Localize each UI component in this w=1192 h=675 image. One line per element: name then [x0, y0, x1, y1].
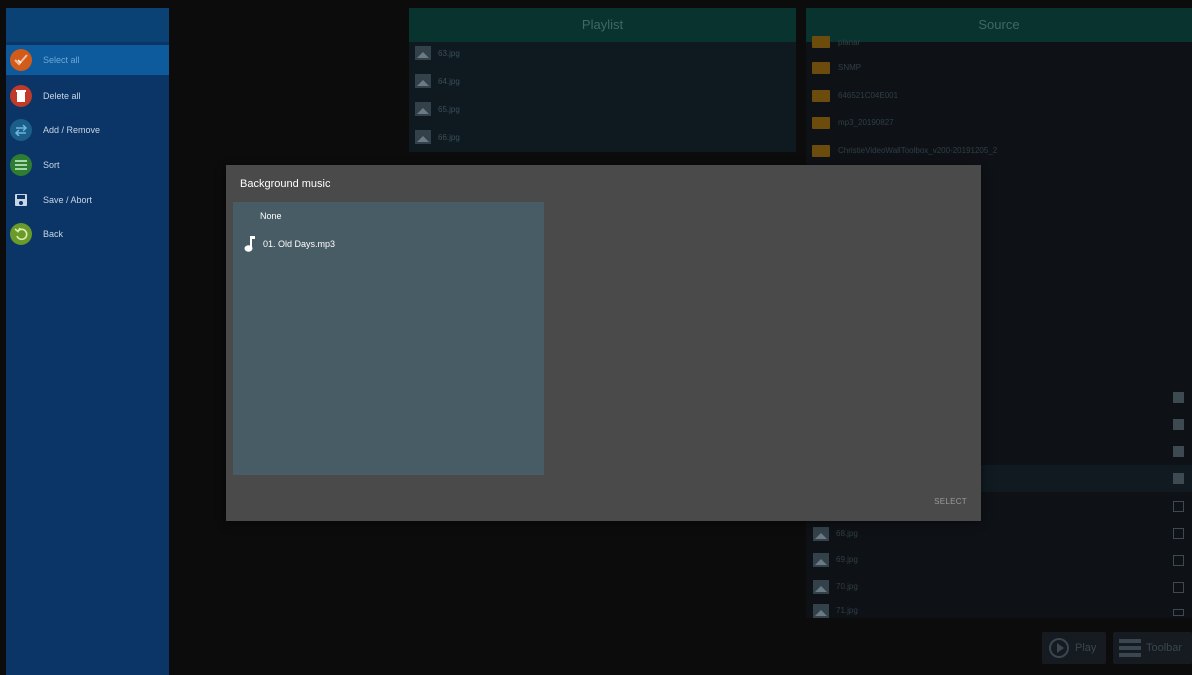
play-icon	[1049, 638, 1069, 658]
sidebar-item-label: Delete all	[43, 91, 81, 101]
image-icon	[415, 130, 431, 144]
folder-name: planar	[838, 37, 861, 47]
file-item[interactable]: 70.jpg	[806, 573, 1192, 600]
save-icon	[10, 189, 32, 211]
list-item[interactable]: 63.jpg	[415, 43, 460, 63]
folder-item[interactable]: SNMP	[806, 54, 1192, 81]
sidebar: Select all Delete all Add / Remove Sort …	[6, 8, 169, 675]
checkbox[interactable]	[1173, 528, 1184, 539]
option-label: 01. Old Days.mp3	[263, 239, 336, 249]
toolbar-label: Toolbar	[1146, 642, 1183, 654]
folder-name: SNMP	[838, 63, 862, 72]
music-list: None 01. Old Days.mp3	[233, 202, 544, 475]
sidebar-item-add-remove[interactable]: Add / Remove	[6, 115, 169, 145]
file-item[interactable]: 71.jpg	[806, 603, 1192, 618]
folder-name: mp3_20190827	[838, 118, 894, 127]
list-icon	[10, 154, 32, 176]
sidebar-item-label: Save / Abort	[43, 195, 93, 205]
music-option[interactable]: 01. Old Days.mp3	[233, 232, 544, 256]
undo-icon	[10, 223, 32, 245]
checkbox[interactable]	[1173, 582, 1184, 593]
folder-name: 646521C04E001	[838, 91, 899, 100]
image-icon	[813, 526, 829, 541]
list-item[interactable]: 64.jpg	[415, 71, 460, 91]
file-name: 64.jpg	[438, 76, 460, 86]
folder-icon	[812, 144, 830, 157]
bottom-bar: Play Toolbar	[806, 622, 1192, 675]
file-name: 63.jpg	[438, 48, 460, 58]
sidebar-item-sort[interactable]: Sort	[6, 150, 169, 180]
file-name: 66.jpg	[438, 132, 460, 142]
image-icon	[415, 46, 431, 60]
play-label: Play	[1075, 642, 1097, 654]
folder-item[interactable]: ChristieVideoWallToolbox_v200-20191205_2	[806, 137, 1192, 164]
checkmark-icon	[10, 49, 32, 71]
folder-item[interactable]: planar	[806, 34, 1192, 50]
folder-icon	[812, 89, 830, 102]
music-note-icon	[244, 236, 255, 252]
music-option-none[interactable]: None	[233, 204, 544, 228]
sidebar-item-label: Back	[43, 229, 64, 239]
trash-icon	[10, 85, 32, 107]
list-item[interactable]: 66.jpg	[415, 127, 460, 147]
image-icon	[415, 74, 431, 88]
option-label: None	[260, 211, 282, 221]
play-button[interactable]: Play	[1042, 632, 1106, 664]
sidebar-item-save-abort[interactable]: Save / Abort	[6, 185, 169, 215]
checkbox[interactable]	[1173, 419, 1184, 430]
sidebar-item-back[interactable]: Back	[6, 219, 169, 249]
list-icon	[1119, 639, 1141, 657]
checkbox[interactable]	[1173, 501, 1184, 512]
list-item[interactable]: 65.jpg	[415, 99, 460, 119]
sidebar-item-label: Sort	[43, 160, 60, 170]
toolbar-button[interactable]: Toolbar	[1113, 632, 1192, 664]
sidebar-item-select-all[interactable]: Select all	[6, 45, 169, 75]
sidebar-item-delete-all[interactable]: Delete all	[6, 81, 169, 111]
background-music-dialog: Background music None 01. Old Days.mp3 S…	[226, 165, 981, 521]
folder-item[interactable]: 646521C04E001	[806, 82, 1192, 109]
sidebar-item-label: Select all	[43, 55, 80, 65]
swap-arrows-icon	[10, 119, 32, 141]
playlist-title: Playlist	[409, 8, 796, 42]
file-name: 68.jpg	[836, 529, 858, 538]
image-icon	[813, 603, 829, 618]
checkbox[interactable]	[1173, 473, 1184, 484]
file-item[interactable]: 69.jpg	[806, 546, 1192, 573]
folder-name: ChristieVideoWallToolbox_v200-20191205_2	[838, 146, 998, 155]
file-name: 65.jpg	[438, 104, 460, 114]
file-name: 69.jpg	[836, 555, 858, 564]
select-button[interactable]: SELECT	[934, 497, 967, 506]
sidebar-header	[6, 8, 169, 42]
folder-icon	[812, 61, 830, 74]
playlist-panel: Playlist 63.jpg 64.jpg 65.jpg 66.jpg	[409, 8, 796, 152]
checkbox[interactable]	[1173, 446, 1184, 457]
image-icon	[813, 552, 829, 567]
sidebar-item-label: Add / Remove	[43, 125, 101, 135]
image-icon	[415, 102, 431, 116]
dialog-title: Background music	[240, 178, 331, 190]
checkbox[interactable]	[1173, 555, 1184, 566]
checkbox[interactable]	[1173, 609, 1184, 616]
file-name: 70.jpg	[836, 582, 858, 591]
folder-item[interactable]: mp3_20190827	[806, 109, 1192, 136]
image-icon	[813, 579, 829, 594]
folder-icon	[812, 36, 830, 48]
file-name: 71.jpg	[836, 606, 858, 615]
file-item[interactable]: 68.jpg	[806, 520, 1192, 547]
folder-icon	[812, 116, 830, 129]
checkbox[interactable]	[1173, 392, 1184, 403]
